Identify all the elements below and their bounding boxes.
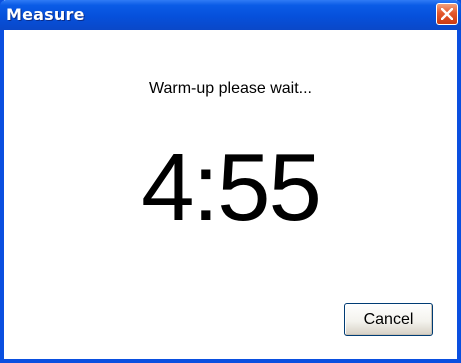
cancel-button[interactable]: Cancel [344, 303, 433, 336]
window-title: Measure [6, 5, 85, 24]
close-button[interactable] [436, 3, 458, 25]
status-message: Warm-up please wait... [148, 80, 312, 97]
close-icon [441, 8, 453, 20]
title-bar[interactable]: Measure [0, 0, 461, 30]
measure-dialog-window: Measure Warm-up please wait... 4:55 Canc… [0, 0, 461, 363]
countdown-timer: 4:55 [141, 134, 322, 241]
